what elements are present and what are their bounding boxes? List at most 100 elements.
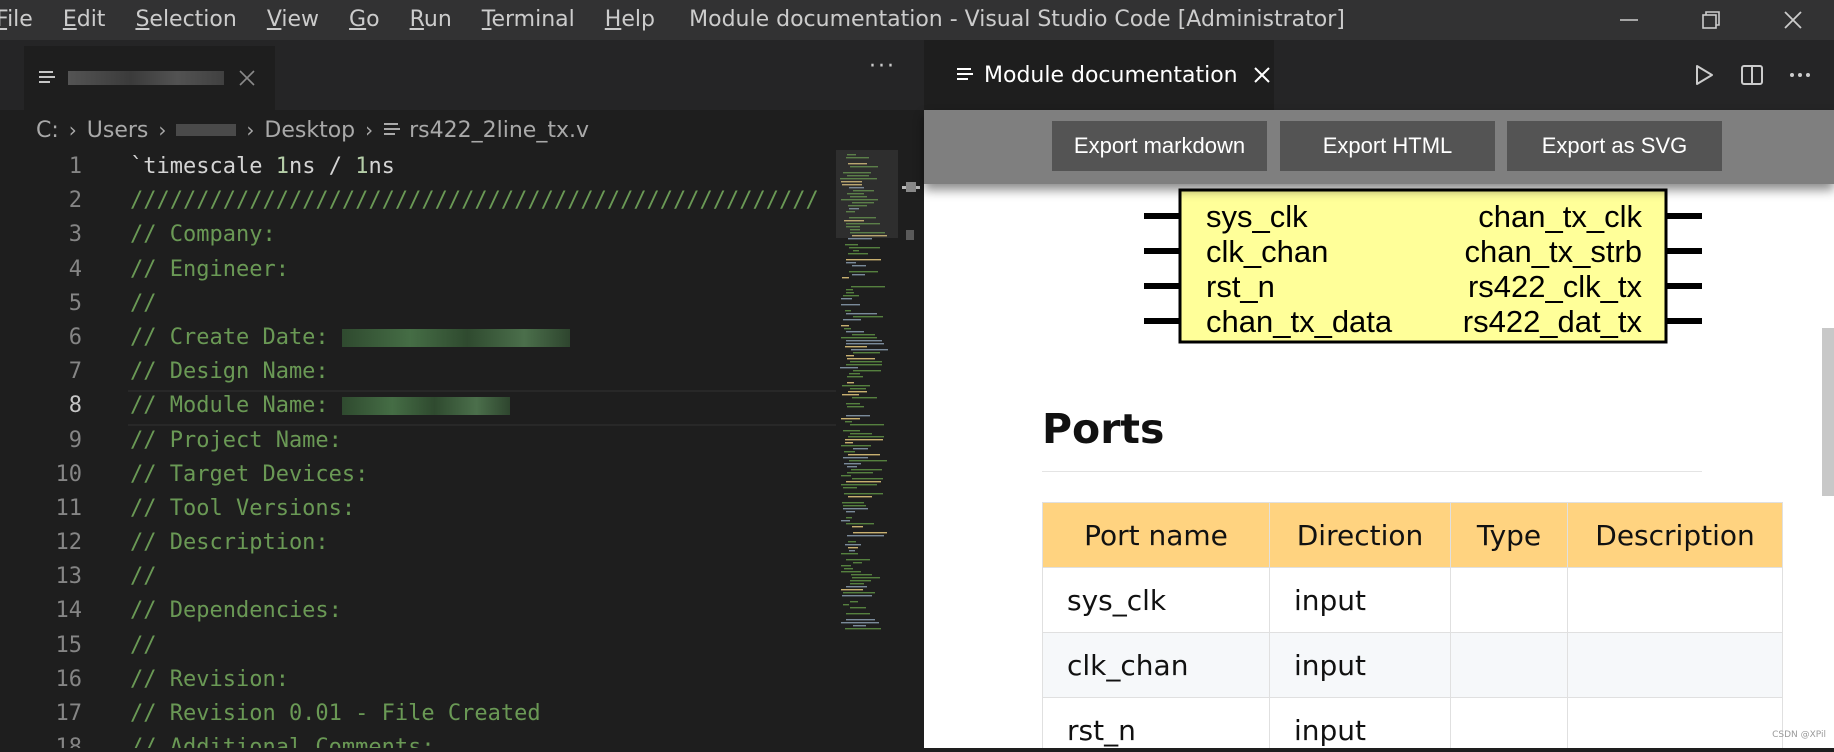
comment-text: // Engineer: [130,256,289,282]
menu-label-rest: dit [76,7,106,32]
line-number: 9 [68,427,82,453]
scrollbar-markers [902,182,920,240]
minimap-line [845,544,861,546]
close-window-button[interactable] [1752,0,1834,40]
comment-text: // Revision 0.01 - File Created [130,701,541,726]
chevron-right-icon: › [68,118,77,142]
split-editor-icon [1741,65,1763,85]
tab-close-icon[interactable] [238,69,256,87]
redacted-text [341,397,510,416]
cell-direction: input [1269,697,1451,748]
minimap-line [850,424,884,426]
minimap-line [841,418,860,420]
comment-text: ////////////////////////////////////////… [130,188,819,214]
minimap-line [844,451,855,453]
minimap-line [846,619,875,621]
code-line: 8 // Module Name: [0,389,836,423]
comment-text: // [130,564,157,590]
minimap-line [842,277,849,279]
cell-port-name: rst_n [1042,697,1270,748]
menu-item[interactable]: File [0,0,48,40]
cell-type [1450,567,1568,633]
menu-item[interactable]: Go [334,0,395,40]
file-lines-icon [39,71,55,83]
export-markdown-button[interactable]: Export markdown [1052,121,1267,171]
code-line: 17 // Revision 0.01 - File Created [0,697,836,731]
window-controls [1588,0,1834,40]
more-actions-button[interactable] [1776,51,1824,99]
minimap-line [841,553,858,555]
breadcrumb: C: › Users › › Desktop › rs422_2line_tx.… [0,110,924,150]
tab-close-icon[interactable] [1252,65,1272,85]
line-number: 3 [68,222,82,248]
comment-text: // Dependencies: [130,598,342,624]
minimap-line [846,289,853,291]
preview-scrollbar[interactable] [1822,328,1834,496]
code-text: `timescale 1ns / 1ns [130,150,395,184]
minimap-line [840,367,858,369]
cell-description [1567,632,1783,698]
code-text: // Company: [130,218,276,252]
menu-item[interactable]: View [252,0,334,40]
breadcrumb-drive[interactable]: C: [36,118,59,143]
restore-button[interactable] [1670,0,1752,40]
code-line: 12 // Description: [0,526,836,560]
minimap-line [853,562,862,564]
file-lines-icon [957,68,973,80]
cell-type [1450,697,1568,748]
minimap-line [841,565,851,567]
vertical-scrollbar[interactable] [898,150,924,748]
menu-item[interactable]: Terminal [467,0,590,40]
menu-item[interactable]: Help [590,0,670,40]
comment-text: // [130,290,157,316]
code-text: // Create Date: [130,321,570,355]
minimap-viewport[interactable] [836,150,898,238]
play-icon [1696,65,1713,85]
code-text: ////////////////////////////////////////… [130,184,819,218]
line-number: 2 [68,188,82,214]
preview-tab[interactable]: Module documentation [924,40,1274,110]
minimap-line [852,334,875,336]
menu-mnemonic: F [0,7,8,32]
menu-mnemonic: G [349,7,367,32]
breadcrumb-file[interactable]: rs422_2line_tx.v [409,118,589,143]
breadcrumb-users[interactable]: Users [87,118,149,143]
cell-port-name: sys_clk [1042,567,1270,633]
minimap-line [846,481,881,483]
minimap-line [846,259,881,261]
minimap-line [845,346,867,348]
code-line: 7 // Design Name: [0,355,836,389]
export-svg-button[interactable]: Export as SVG [1507,121,1722,171]
minimap-line [847,376,863,378]
minimize-button[interactable] [1588,0,1670,40]
editor-tab-bar: ··· [0,40,924,110]
minimap-code-preview [840,154,888,630]
code-line: 4 // Engineer: [0,253,836,287]
code-editor[interactable]: 1 `timescale 1ns / 1ns 2//////////////////… [0,150,836,748]
minimap-line [848,253,868,255]
editor-tab[interactable] [24,46,275,110]
breadcrumb-desktop[interactable]: Desktop [264,118,355,143]
code-line: 1 `timescale 1ns / 1ns [0,150,836,184]
code-line: 3 // Company: [0,218,836,252]
menu-item[interactable]: Selection [120,0,251,40]
code-token: 1 [275,154,289,179]
menu-item[interactable]: Edit [48,0,121,40]
minimap-line [841,475,851,477]
minimap-line [842,595,872,597]
menu-bar: File Edit Selection View Go Run Terminal Help [0,0,670,40]
col-description: Description [1567,502,1783,568]
menu-item[interactable]: Run [395,0,467,40]
more-actions-icon[interactable]: ··· [869,54,896,79]
split-editor-button[interactable] [1728,51,1776,99]
export-html-button[interactable]: Export HTML [1280,121,1495,171]
line-number: 17 [55,701,83,726]
minimap[interactable] [836,150,898,748]
minimap-line [841,325,849,327]
run-button[interactable] [1680,51,1728,99]
input-port-label: rst_n [1206,269,1275,304]
minimap-line [841,484,877,486]
minimap-line [847,382,854,384]
code-line: 15 // [0,629,836,663]
menu-label-rest: ile [7,7,33,32]
